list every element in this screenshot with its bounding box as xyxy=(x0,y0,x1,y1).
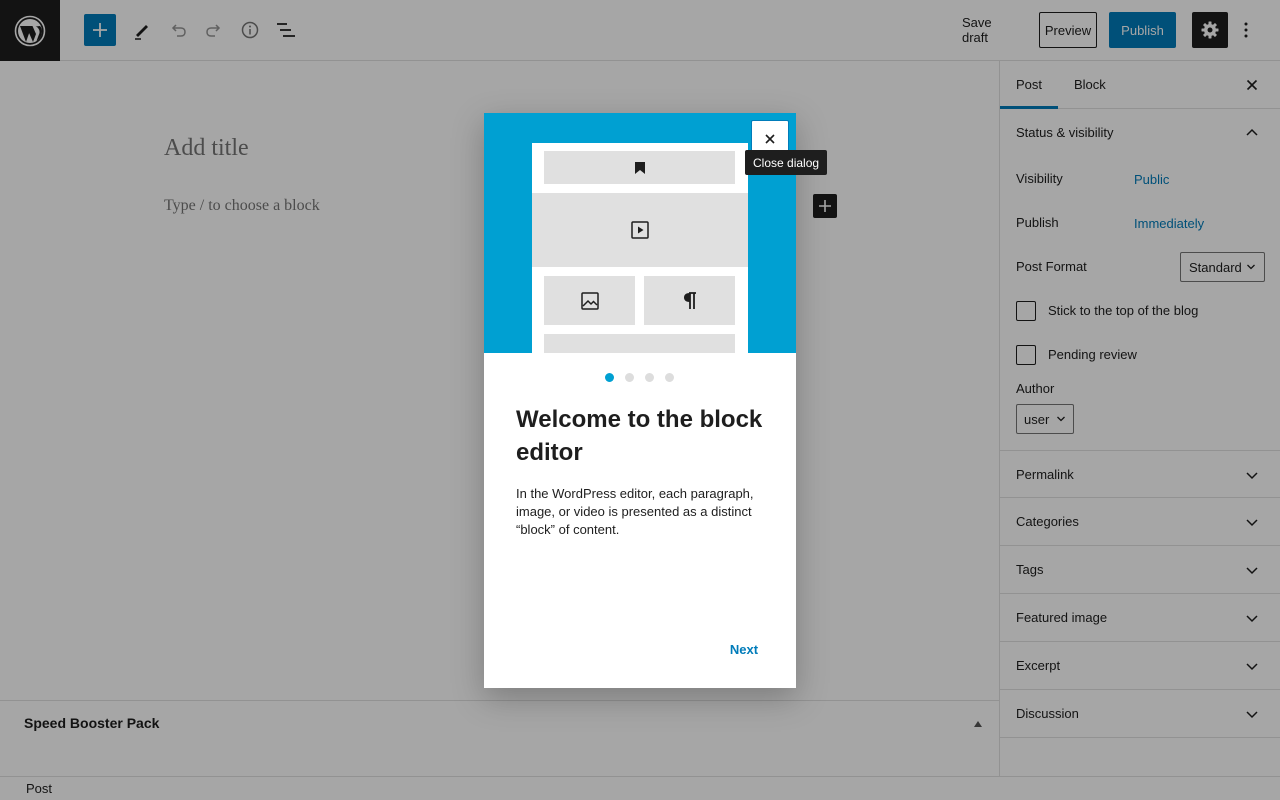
page-dot-4[interactable] xyxy=(665,373,674,382)
next-button[interactable]: Next xyxy=(724,639,764,659)
close-icon xyxy=(765,134,775,144)
bookmark-icon xyxy=(634,161,645,174)
guide-illustration xyxy=(484,113,796,353)
guide-body: In the WordPress editor, each paragraph,… xyxy=(516,486,754,537)
page-dot-3[interactable] xyxy=(645,373,654,382)
paragraph-icon xyxy=(683,291,696,309)
welcome-guide-modal: Welcome to the block editor In the WordP… xyxy=(484,113,796,688)
editor-mockup xyxy=(532,143,748,353)
mock-block-video xyxy=(532,193,748,267)
mock-block-placeholder xyxy=(544,334,735,353)
mock-block-paragraph xyxy=(644,276,735,325)
page-dot-1[interactable] xyxy=(605,373,614,382)
close-dialog-tooltip: Close dialog xyxy=(745,150,828,175)
mock-block-image xyxy=(544,276,635,325)
page-dot-2[interactable] xyxy=(625,373,634,382)
image-icon xyxy=(580,291,599,310)
video-icon xyxy=(631,221,649,239)
page-indicator xyxy=(605,373,675,383)
mock-block-heading xyxy=(544,151,735,184)
guide-heading: Welcome to the block editor xyxy=(516,406,763,466)
